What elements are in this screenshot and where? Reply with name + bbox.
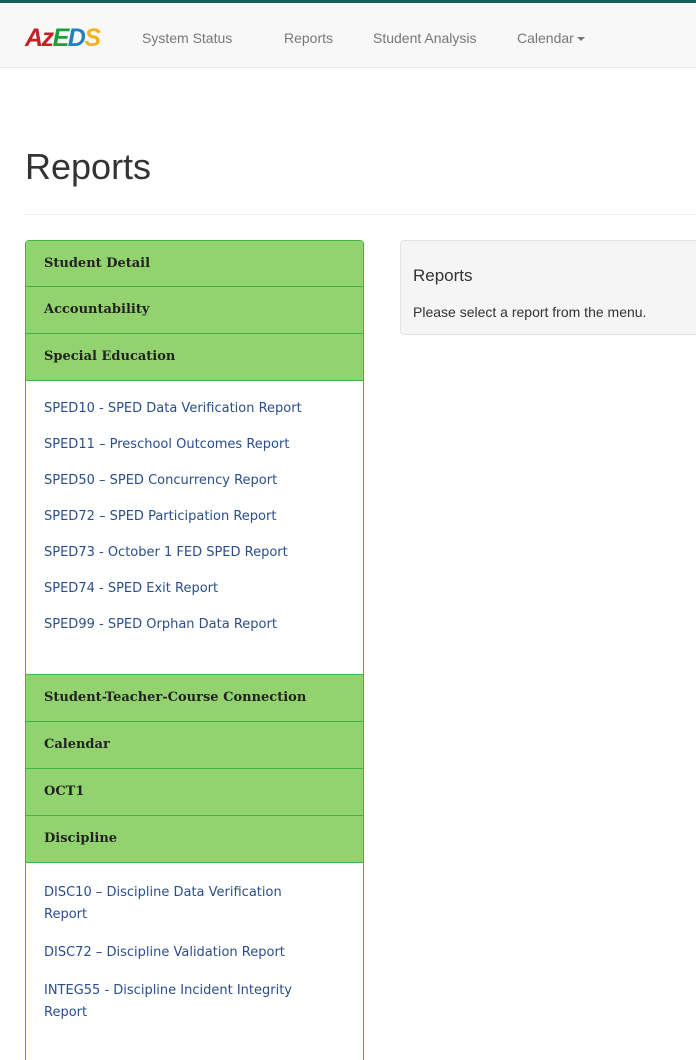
section-calendar[interactable]: Calendar bbox=[26, 722, 363, 769]
section-student-teacher-course[interactable]: Student-Teacher-Course Connection bbox=[26, 675, 363, 722]
nav-calendar-label: Calendar bbox=[517, 30, 574, 46]
nav-system-status[interactable]: System Status bbox=[142, 28, 232, 48]
info-panel-text: Please select a report from the menu. bbox=[413, 304, 647, 320]
report-link-sped11[interactable]: SPED11 – Preschool Outcomes Report bbox=[26, 436, 363, 472]
section-student-detail[interactable]: Student Detail bbox=[26, 241, 363, 287]
report-link-sped72[interactable]: SPED72 – SPED Participation Report bbox=[26, 508, 363, 544]
special-education-reports: SPED10 - SPED Data Verification Report S… bbox=[26, 381, 363, 675]
report-link-integ55[interactable]: INTEG55 - Discipline Incident Integrity … bbox=[26, 980, 363, 1024]
nav-calendar-dropdown[interactable]: Calendar bbox=[517, 28, 585, 48]
discipline-reports: DISC10 – Discipline Data Verification Re… bbox=[26, 863, 363, 1024]
section-accountability[interactable]: Accountability bbox=[26, 287, 363, 334]
report-link-sped50[interactable]: SPED50 – SPED Concurrency Report bbox=[26, 472, 363, 508]
nav-reports[interactable]: Reports bbox=[284, 28, 333, 48]
section-discipline[interactable]: Discipline bbox=[26, 816, 363, 863]
reports-info-panel: Reports Please select a report from the … bbox=[400, 240, 696, 335]
top-navbar: AzEDS System Status Reports Student Anal… bbox=[0, 3, 696, 68]
report-link-disc10[interactable]: DISC10 – Discipline Data Verification Re… bbox=[26, 882, 363, 926]
report-link-disc72[interactable]: DISC72 – Discipline Validation Report bbox=[26, 942, 363, 964]
azeds-logo[interactable]: AzEDS bbox=[25, 23, 101, 53]
section-special-education[interactable]: Special Education bbox=[26, 334, 363, 381]
report-link-sped99[interactable]: SPED99 - SPED Orphan Data Report bbox=[26, 616, 363, 652]
info-panel-title: Reports bbox=[413, 266, 473, 285]
report-link-sped73[interactable]: SPED73 - October 1 FED SPED Report bbox=[26, 544, 363, 580]
nav-student-analysis[interactable]: Student Analysis bbox=[373, 28, 477, 48]
title-divider bbox=[25, 214, 696, 215]
page-title: Reports bbox=[25, 146, 152, 187]
caret-down-icon bbox=[576, 37, 585, 42]
reports-menu: Student Detail Accountability Special Ed… bbox=[25, 240, 364, 1060]
report-link-sped74[interactable]: SPED74 - SPED Exit Report bbox=[26, 580, 363, 616]
section-oct1[interactable]: OCT1 bbox=[26, 769, 363, 816]
report-link-sped10[interactable]: SPED10 - SPED Data Verification Report bbox=[26, 400, 363, 436]
